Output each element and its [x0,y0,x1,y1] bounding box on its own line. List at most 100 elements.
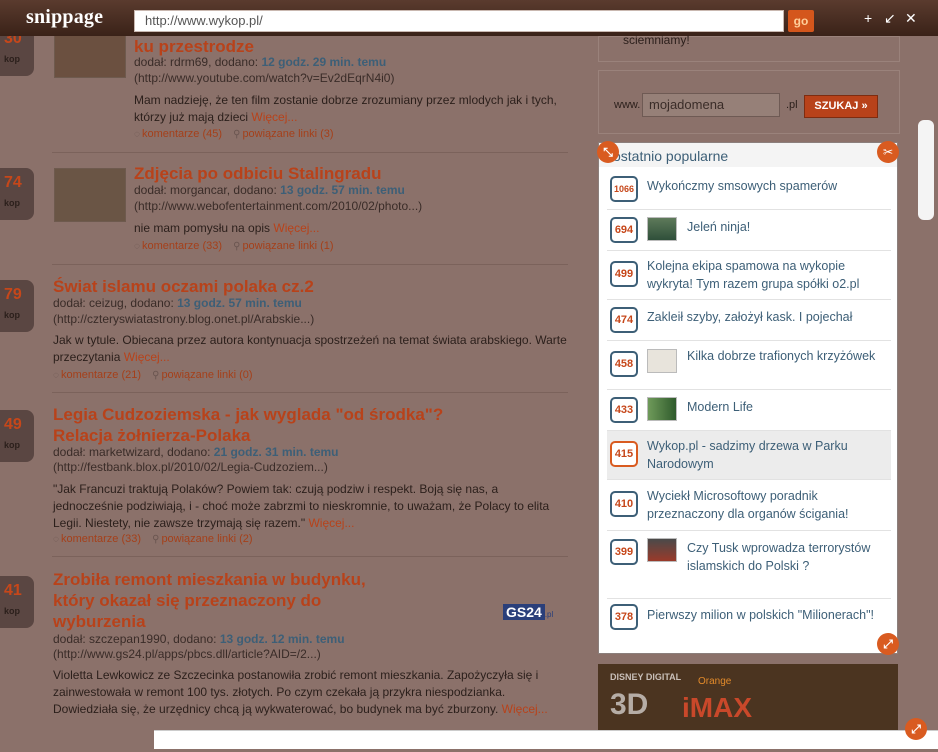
entry-user[interactable]: morgancar [170,183,227,197]
url-input[interactable]: http://www.wykop.pl/ [134,10,784,32]
double-chevron-icon: » [861,100,868,112]
entry-title[interactable]: ku przestrodze [134,36,254,57]
popular-count-badge: 415 [610,441,638,467]
source-logo-suffix: .pl [544,610,554,619]
popular-item[interactable]: 399 Czy Tusk wprowadza terrorystów islam… [607,531,891,599]
digg-counter[interactable]: 30 kop [0,36,34,76]
entry-url[interactable]: (http://czteryswiatastrony.blog.onet.pl/… [53,312,314,326]
resize-handle-icon[interactable]: ⤢ [877,633,899,655]
entry-meta: dodał: rdrm69, dodano: 12 godz. 29 min. … [134,55,386,69]
comment-icon: ◌ [53,370,59,381]
entry-user[interactable]: szczepan1990 [89,632,166,646]
comment-icon: ◌ [134,241,140,252]
shrink-icon[interactable]: ↙ [884,10,896,26]
vertical-scrollbar[interactable] [918,120,934,220]
added-label: , dodano: [123,296,174,310]
related-links-link[interactable]: powiązane linki (2) [161,533,252,545]
popular-item[interactable]: 499 Kolejna ekipa spamowa na wykopie wyk… [607,251,891,300]
entry-title[interactable]: Legia Cudzoziemska - jak wyglada "od śro… [53,404,443,425]
entry-url[interactable]: (http://www.youtube.com/watch?v=Ev2dEqrN… [134,71,394,85]
popular-item[interactable]: 415 Wykop.pl - sadzimy drzewa w Parku Na… [607,431,891,480]
added-by-label: dodał: [53,296,86,310]
added-label: , dodano: [160,445,211,459]
entry-user[interactable]: rdrm69 [170,55,208,69]
entry-description: Mam nadzieję, że ten film zostanie dobrz… [134,92,564,126]
entry-title[interactable]: Zrobiła remont mieszkania w budynku, [53,569,366,590]
comments-link[interactable]: komentarze (45) [142,128,222,140]
entry-thumbnail[interactable] [54,36,126,78]
popular-item[interactable]: 433 Modern Life [607,390,891,431]
more-link[interactable]: Więcej... [273,221,319,235]
entry-title-line2[interactable]: który okazał się przeznaczony do [53,590,321,611]
entry-time: 13 godz. 57 min. temu [280,183,405,197]
go-button[interactable]: go [788,10,814,32]
entry-time: 12 godz. 29 min. temu [261,55,387,69]
popular-item-thumbnail[interactable] [647,538,677,562]
digg-count: 79 [4,286,22,303]
more-link[interactable]: Więcej... [308,516,354,530]
popular-item-title[interactable]: Wyciekł Microsoftowy poradnik przeznaczo… [647,487,887,523]
ad-imax-text: iMAX [682,692,752,723]
app-logo: snippage [26,6,104,28]
popular-item-title[interactable]: Modern Life [687,398,883,416]
entry-title-line3[interactable]: wyburzenia [53,611,146,632]
popular-item-title[interactable]: Czy Tusk wprowadza terrorystów islamskic… [687,539,883,575]
domain-input[interactable]: mojadomena [642,93,780,117]
comments-link[interactable]: komentarze (33) [61,533,141,545]
horizontal-scrollbar[interactable] [154,730,938,749]
entry-url[interactable]: (http://www.webofentertainment.com/2010/… [134,199,422,213]
entry-url[interactable]: (http://www.gs24.pl/apps/pbcs.dll/articl… [53,647,321,661]
related-links-link[interactable]: powiązane linki (3) [242,128,333,140]
entry-user[interactable]: marketwizard [89,445,160,459]
popular-item-title[interactable]: Kolejna ekipa spamowa na wykopie wykryta… [647,257,887,293]
popular-item-title[interactable]: Pierwszy milion w polskich "Milionerach"… [647,606,887,624]
imax-ad-banner[interactable]: DISNEY DIGITAL Orange 3D iMAX [598,664,898,734]
entry-meta: dodał: ceizug, dodano: 13 godz. 57 min. … [53,296,302,310]
popular-count-badge: 378 [610,604,638,630]
popular-item-title[interactable]: Zakleił szyby, założył kask. I pojechał [647,308,887,326]
popular-item-thumbnail[interactable] [647,349,677,373]
added-by-label: dodał: [134,55,167,69]
popular-item-thumbnail[interactable] [647,397,677,421]
popular-item[interactable]: 1066 Wykończmy smsowych spamerów [607,169,891,210]
expand-icon[interactable]: + [864,10,872,26]
popular-count: 499 [614,268,634,280]
more-link[interactable]: Więcej... [502,702,548,716]
popular-item[interactable]: 474 Zakleił szyby, założył kask. I pojec… [607,300,891,341]
entry-links: ◌ komentarze (33) ⚲ powiązane linki (1) [134,240,334,252]
entry-title-line2[interactable]: Relacja żołnierza-Polaka [53,425,250,446]
digg-counter[interactable]: 41 kop [0,576,34,628]
comments-link[interactable]: komentarze (21) [61,369,141,381]
popular-item-title[interactable]: Kilka dobrze trafionych krzyżówek [687,347,883,365]
popular-item[interactable]: 694 Jeleń ninja! [607,210,891,251]
popular-item-title[interactable]: Wykop.pl - sadzimy drzewa w Parku Narodo… [647,437,887,473]
popular-count: 1066 [613,184,635,194]
comments-link[interactable]: komentarze (33) [142,240,222,252]
popular-item-title[interactable]: Jeleń ninja! [687,218,883,236]
scissors-icon[interactable]: ✂ [877,141,899,163]
digg-counter[interactable]: 79 kop [0,280,34,332]
corner-handle-icon[interactable]: ⤢ [905,718,927,740]
popular-item[interactable]: 458 Kilka dobrze trafionych krzyżówek [607,341,891,390]
more-link[interactable]: Więcej... [124,350,170,364]
added-label: , dodano: [226,183,277,197]
close-icon[interactable]: ✕ [905,10,917,26]
popular-count-badge: 410 [610,491,638,517]
popular-item[interactable]: 410 Wyciekł Microsoftowy poradnik przezn… [607,480,891,531]
related-links-link[interactable]: powiązane linki (1) [242,240,333,252]
digg-counter[interactable]: 74 kop [0,168,34,220]
popular-item[interactable]: 378 Pierwszy milion w polskich "Milioner… [607,599,891,647]
related-links-link[interactable]: powiązane linki (0) [161,369,252,381]
entry-title[interactable]: Świat islamu oczami polaka cz.2 [53,276,314,297]
move-handle-icon[interactable]: ⤡ [597,141,619,163]
related-icon: ⚲ [152,370,160,381]
entry-thumbnail[interactable] [54,168,126,222]
entry-user[interactable]: ceizug [89,296,124,310]
search-domain-button[interactable]: SZUKAJ » [804,95,878,118]
popular-item-title[interactable]: Wykończmy smsowych spamerów [647,177,883,195]
digg-counter[interactable]: 49 kop [0,410,34,462]
entry-title[interactable]: Zdjęcia po odbiciu Stalingradu [134,163,381,184]
more-link[interactable]: Więcej... [251,110,297,124]
popular-item-thumbnail[interactable] [647,217,677,241]
entry-url[interactable]: (http://festbank.blox.pl/2010/02/Legia-C… [53,460,328,474]
